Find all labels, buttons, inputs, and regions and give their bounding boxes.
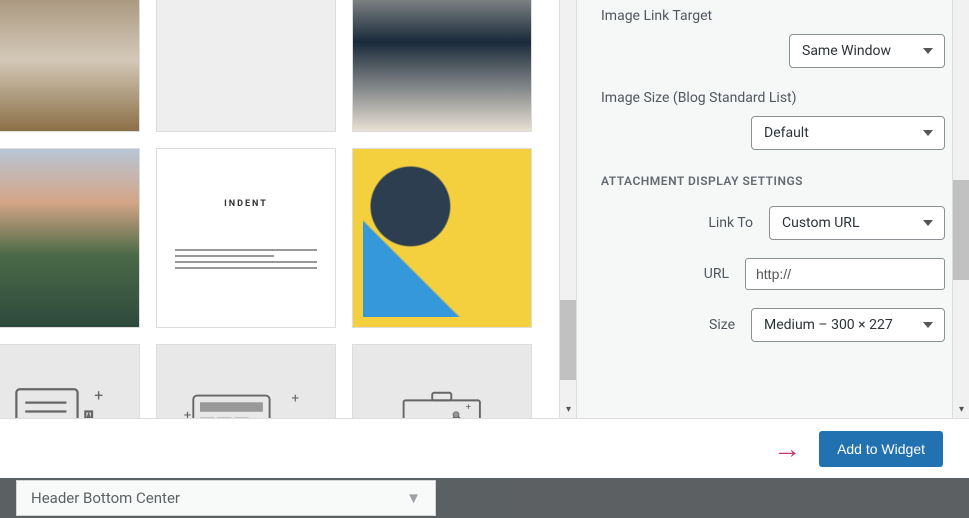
modal-footer: → Add to Widget [0,418,969,478]
link-to-select[interactable]: Custom URL [769,206,945,240]
media-thumbnail[interactable] [156,0,336,132]
svg-text:+: + [292,392,300,407]
svg-text:+: + [466,402,471,413]
header-bottom-center-accordion[interactable]: Header Bottom Center ▼ [16,480,436,516]
chevron-down-icon[interactable]: ▾ [953,401,969,418]
url-input[interactable] [745,258,945,290]
image-link-target-label: Image Link Target [601,8,945,24]
media-thumbnail[interactable] [352,148,532,328]
chevron-down-icon: ▼ [406,489,421,507]
link-to-label: Link To [708,215,753,231]
sidebar-scrollbar[interactable]: ▾ [952,0,969,418]
attachment-display-settings-heading: ATTACHMENT DISPLAY SETTINGS [601,174,945,188]
chevron-down-icon[interactable]: ▾ [560,401,576,418]
size-select[interactable]: Medium – 300 × 227 [751,308,945,342]
media-thumbnail[interactable]: ++ [156,344,336,418]
media-thumbnail[interactable] [0,148,140,328]
media-thumbnail[interactable]: +++ [352,344,532,418]
size-label: Size [709,317,735,333]
image-link-target-select[interactable]: Same Window [789,34,945,68]
image-size-blog-select[interactable]: Default [751,116,945,150]
media-thumbnail[interactable] [0,0,140,132]
arrow-right-icon: → [773,432,801,465]
url-label: URL [704,266,729,282]
backdrop-accordion: Header Bottom Center ▼ [0,478,969,518]
image-size-blog-label: Image Size (Blog Standard List) [601,90,945,106]
media-library-grid: INDENT ++ ++ +++ ▾ [0,0,576,418]
media-grid-scrollbar[interactable]: ▾ [559,0,576,418]
svg-text:+: + [184,409,192,418]
attachment-settings-sidebar: Image Link Target Same Window Image Size… [576,0,969,418]
svg-text:+: + [94,387,103,405]
media-thumbnail[interactable] [352,0,532,132]
add-to-widget-button[interactable]: Add to Widget [819,431,943,467]
media-thumbnail[interactable]: INDENT [156,148,336,328]
media-thumbnail[interactable]: ++ [0,344,140,418]
